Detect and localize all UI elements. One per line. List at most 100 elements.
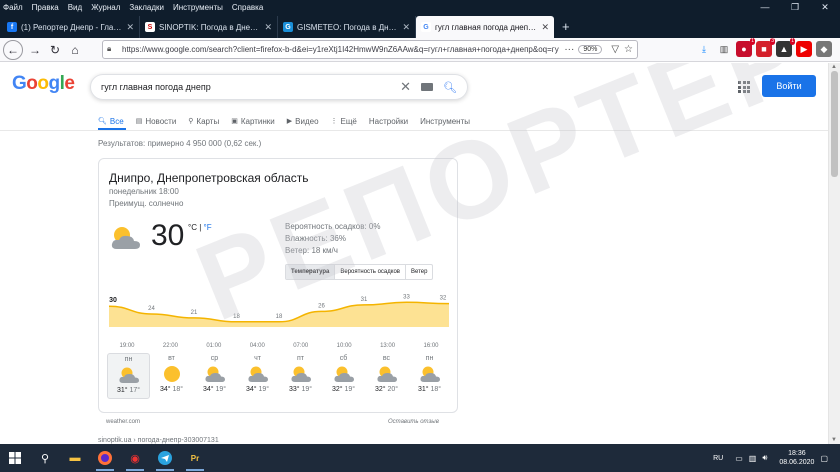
weather-source-link[interactable]: weather.com [106,419,140,425]
extension-red-icon[interactable]: ■ 3 [756,38,775,57]
new-tab-button[interactable]: + [562,16,570,38]
scroll-up-icon[interactable]: ▲ [831,64,837,70]
google-logo[interactable]: Google [12,73,75,95]
language-indicator[interactable]: RU [713,455,723,462]
forward-button[interactable]: → [25,40,45,60]
network-icon[interactable]: ▥ [749,454,757,463]
unit-fahrenheit[interactable]: °F [204,223,212,232]
tab-all[interactable]: 🔍︎ Все [98,117,124,126]
search-icon: 🔍︎ [98,118,107,125]
search-icon[interactable]: 🔍︎ [443,81,457,94]
forecast-day[interactable]: пт 33° 19° [279,353,322,399]
next-result-url[interactable]: sinoptik.ua › погода-днепр-303007131 [98,437,219,444]
clock[interactable]: 18:36 08.06.2020 [779,449,814,467]
reload-button[interactable]: ↻ [45,40,65,60]
tab-gismeteo[interactable]: G GISMETEO: Погода в Днепре ( ✕ [278,16,416,38]
hamburger-menu-icon[interactable]: ≡ [836,41,840,57]
tab-sinoptik[interactable]: S SINOPTIK: Погода в Днепре ( ✕ [140,16,278,38]
minimize-button[interactable]: — [750,0,780,14]
metric-tabs: Температура Вероятность осадков Ветер [285,264,434,280]
close-tab-icon[interactable]: ✕ [126,22,134,33]
chart-time-label: 19:00 [119,343,135,349]
media-player-icon[interactable]: ◉ [120,444,150,472]
keyboard-icon[interactable] [421,83,434,91]
tab-settings[interactable]: Настройки [369,117,408,126]
library-icon[interactable]: ▥ [716,41,732,57]
bookmark-star-icon[interactable]: ☆ [624,44,633,55]
metric-temperature-tab[interactable]: Температура [286,265,336,279]
feedback-link[interactable]: Оставить отзыв [388,419,439,425]
close-tab-icon[interactable]: ✕ [541,22,549,33]
tab-google[interactable]: G гугл главная погода днепр - Г ✕ [416,16,554,38]
scroll-down-icon[interactable]: ▼ [831,437,837,443]
tab-images[interactable]: ▣ Картинки [231,117,275,126]
menu-view[interactable]: Вид [68,3,82,12]
url-text[interactable]: https://www.google.com/search?client=fir… [122,45,559,54]
file-explorer-icon[interactable]: ▬ [60,444,90,472]
metric-wind-tab[interactable]: Ветер [406,265,433,279]
extension-dark-icon[interactable]: ▲ 1 [776,38,795,57]
extension-abp-icon[interactable]: ● 1 [736,38,755,57]
forecast-day[interactable]: чт 34° 19° [236,353,279,399]
vertical-scrollbar[interactable]: ▲ ▼ [828,63,840,444]
unit-celsius[interactable]: °C [188,223,197,232]
signin-button[interactable]: Войти [762,75,816,97]
forecast-day[interactable]: пн 31° 18° [408,353,451,399]
keyboard-tray-icon[interactable]: ▭ [735,454,743,463]
menu-bookmarks[interactable]: Закладки [129,3,164,12]
google-icon: G [421,22,431,32]
tab-strip: f (1) Репортер Днепр - Главная ✕ S SINOP… [0,14,840,38]
pocket-icon[interactable]: ▽ [611,44,619,55]
address-bar[interactable]: 🔒︎ https://www.google.com/search?client=… [102,40,638,59]
tab-video[interactable]: ▶ Видео [287,117,319,126]
menu-tools[interactable]: Инструменты [173,3,223,12]
tab-maps[interactable]: ⚲ Карты [188,117,219,126]
zoom-level[interactable]: 90% [578,45,603,54]
forecast-low: 19° [258,386,270,393]
menu-edit[interactable]: Правка [32,3,59,12]
telegram-icon[interactable] [150,444,180,472]
tab-tools[interactable]: Инструменты [420,117,470,126]
tab-title: SINOPTIK: Погода в Днепре ( [159,22,261,32]
close-window-button[interactable]: ✕ [810,0,840,14]
search-icon[interactable]: ⚲ [30,444,60,472]
forecast-day[interactable]: вс 32° 20° [365,353,408,399]
forecast-temps: 31° 17° [117,387,140,394]
photoshop-icon[interactable]: Pr [180,444,210,472]
back-button[interactable]: ← [3,39,23,60]
firefox-icon[interactable] [90,444,120,472]
youtube-extension-icon[interactable]: ▶ [796,41,812,57]
more-icon[interactable]: ··· [564,44,574,55]
partly-cloudy-icon [333,366,354,382]
tab-more[interactable]: ⋮ Ещё [331,117,357,126]
close-tab-icon[interactable]: ✕ [402,22,410,33]
menu-file[interactable]: Файл [3,3,23,12]
forecast-day[interactable]: пн 31° 17° [107,353,150,399]
menu-history[interactable]: Журнал [91,3,120,12]
forecast-day[interactable]: ср 34° 19° [193,353,236,399]
download-icon[interactable]: ⤓ [696,41,712,57]
maximize-button[interactable]: ❐ [780,0,810,14]
forecast-high: 31° [417,386,431,393]
search-box[interactable]: гугл главная погода днепр ✕ 🔍︎ [90,74,468,100]
menu-help[interactable]: Справка [232,3,263,12]
search-input[interactable]: гугл главная погода днепр [101,82,400,92]
clear-icon[interactable]: ✕ [400,79,411,95]
scroll-thumb[interactable] [831,71,838,177]
notifications-icon[interactable]: ▢ [820,454,828,463]
metric-precip-tab[interactable]: Вероятность осадков [335,265,406,279]
apps-grid-icon[interactable] [738,81,750,93]
close-tab-icon[interactable]: ✕ [264,22,272,33]
tab-news[interactable]: ▤ Новости [136,117,177,126]
tab-facebook[interactable]: f (1) Репортер Днепр - Главная ✕ [2,16,140,38]
windows-start-icon[interactable] [0,444,30,472]
extension-gray-icon[interactable]: ◆ [816,41,832,57]
home-button[interactable]: ⌂ [65,40,85,60]
forecast-day[interactable]: вт 34° 18° [150,353,193,399]
partly-cloudy-icon [111,227,140,249]
logo-letter: g [48,73,61,94]
weather-location[interactable]: Днипро, Днепропетровская область [109,171,309,185]
volume-icon[interactable]: 🔊︎ [762,453,767,463]
tab-label: Карты [196,116,220,126]
forecast-day[interactable]: сб 32° 19° [322,353,365,399]
